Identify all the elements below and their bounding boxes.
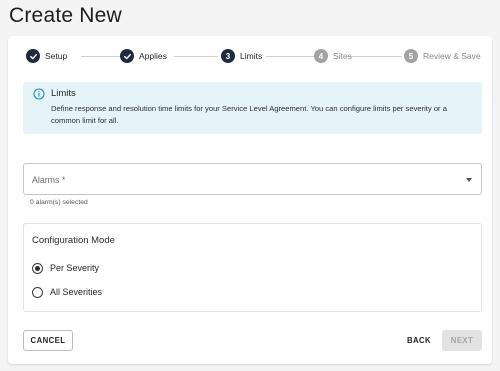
banner-title: Limits xyxy=(51,88,76,99)
step-label: Setup xyxy=(45,51,68,61)
cancel-button[interactable]: CANCEL xyxy=(23,330,73,351)
step-number: 5 xyxy=(404,49,418,63)
alarms-helper-text: 0 alarm(s) selected xyxy=(30,199,88,206)
step-number: 3 xyxy=(221,49,235,63)
radio-label: All Severities xyxy=(50,287,103,297)
configuration-mode-title: Configuration Mode xyxy=(32,235,115,246)
step-review-save[interactable]: 5 Review & Save xyxy=(404,48,481,64)
stepper: Setup Applies 3 Limits 4 Sites 5 Review … xyxy=(8,36,492,76)
step-sites[interactable]: 4 Sites xyxy=(314,48,352,64)
step-label: Applies xyxy=(139,51,167,61)
info-banner: Limits Define response and resolution ti… xyxy=(23,82,482,134)
alarms-select[interactable]: Alarms * xyxy=(23,163,482,195)
step-number: 4 xyxy=(314,49,328,63)
caret-down-icon xyxy=(466,178,472,182)
create-form-card: Setup Applies 3 Limits 4 Sites 5 Review … xyxy=(8,36,492,364)
step-limits[interactable]: 3 Limits xyxy=(221,48,262,64)
info-icon xyxy=(33,88,45,100)
step-connector xyxy=(174,55,218,57)
step-connector xyxy=(81,55,122,57)
check-icon xyxy=(120,49,134,63)
step-applies[interactable]: Applies xyxy=(120,48,167,64)
step-label: Review & Save xyxy=(423,51,481,61)
step-label: Sites xyxy=(333,51,352,61)
step-connector xyxy=(347,55,402,57)
step-label: Limits xyxy=(240,51,263,61)
configuration-mode-group: Configuration Mode Per Severity All Seve… xyxy=(23,223,482,312)
radio-all-severities[interactable]: All Severities xyxy=(32,285,102,299)
back-button[interactable]: BACK xyxy=(401,330,437,351)
step-setup[interactable]: Setup xyxy=(26,48,67,64)
page-title: Create New xyxy=(9,4,122,27)
alarms-label: Alarms * xyxy=(32,175,66,185)
check-icon xyxy=(26,49,40,63)
step-connector xyxy=(266,55,315,57)
radio-label: Per Severity xyxy=(50,263,100,273)
next-button[interactable]: NEXT xyxy=(442,330,482,351)
radio-unselected-icon xyxy=(32,286,43,298)
banner-description: Define response and resolution time limi… xyxy=(51,104,447,125)
radio-per-severity[interactable]: Per Severity xyxy=(32,261,99,275)
radio-selected-icon xyxy=(32,262,43,274)
